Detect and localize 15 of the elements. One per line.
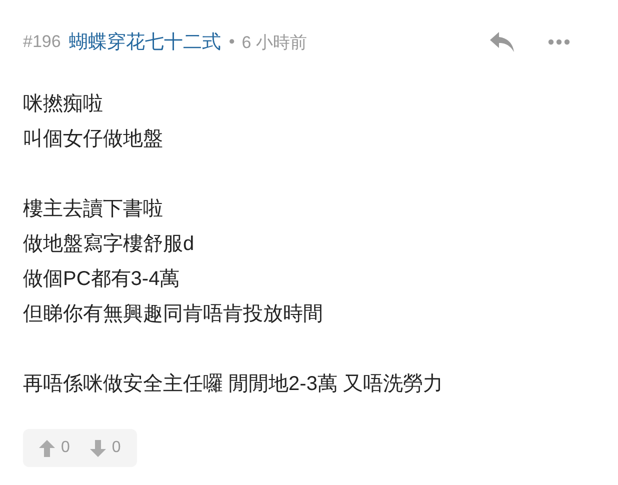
author-link[interactable]: 蝴蝶穿花七十二式 — [68, 29, 221, 55]
more-icon[interactable] — [548, 39, 570, 45]
post-text-line: 叫個女仔做地盤 — [23, 127, 163, 152]
post-text-line: 做個PC都有3-4萬 — [23, 267, 180, 292]
reply-icon[interactable] — [489, 31, 515, 53]
post-text-line: 但睇你有無興趣同肯唔肯投放時間 — [23, 302, 323, 327]
post-time: 6 小時前 — [242, 32, 307, 54]
post-number: #196 — [23, 32, 61, 52]
upvote-button[interactable]: 0 — [39, 439, 70, 457]
downvote-button[interactable]: 0 — [90, 439, 121, 457]
post-text-line: 做地盤寫字樓舒服d — [23, 232, 194, 257]
post-text-line: 樓主去讀下書啦 — [23, 197, 163, 222]
post-text-line: 咪撚痴啦 — [23, 92, 103, 117]
separator-dot: • — [228, 32, 235, 52]
post-text-line: 再唔係咪做安全主任囉 閒閒地2-3萬 又唔洗勞力 — [23, 372, 444, 397]
